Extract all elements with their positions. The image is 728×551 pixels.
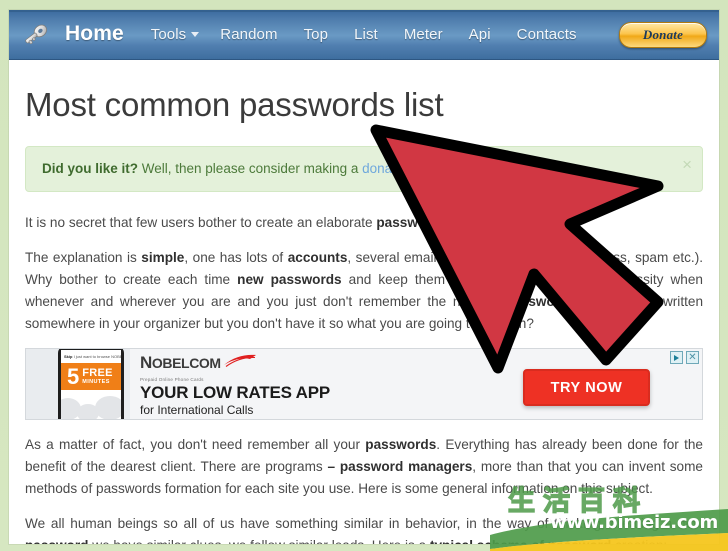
donation-alert: Did you like it? Well, then please consi… [25, 146, 703, 193]
alert-text-after: ;) [413, 161, 426, 176]
ad-offer-free: FREE [82, 367, 113, 380]
p3-bold-password-managers: – password managers [327, 459, 473, 475]
p3-bold-passwords: passwords [365, 437, 437, 453]
nav-item-contacts[interactable]: Contacts [504, 20, 590, 49]
p1-part-c: . [439, 215, 444, 231]
alert-close-icon[interactable]: × [682, 156, 692, 173]
p2-bold-new-passwords: new passwords [237, 272, 342, 288]
adchoices-triangle-glyph [674, 354, 679, 361]
donate-button[interactable]: Donate [619, 21, 707, 48]
ad-choices-controls: ✕ [670, 351, 699, 365]
advertisement-banner[interactable]: Skip I just want to browse NOBELApp 5 FR… [25, 348, 703, 421]
ad-brand-obel: OBEL [151, 355, 190, 372]
paragraph-2: The explanation is simple, one has lots … [25, 247, 703, 335]
page-title: Most common passwords list [25, 86, 444, 123]
nav-item-list[interactable]: List [341, 20, 391, 49]
paragraph-4: We all human beings so all of us have so… [25, 513, 703, 544]
donation-link[interactable]: donation [362, 161, 414, 176]
p4-part-a: We all human beings so all of us have so… [25, 516, 703, 532]
navbar: Home Tools Random Top List Meter Api Con… [9, 10, 719, 60]
ad-brand-n: N [140, 353, 152, 373]
page-frame: Home Tools Random Top List Meter Api Con… [0, 0, 728, 551]
ad-try-now-button[interactable]: TRY NOW [523, 369, 650, 407]
ad-phone-top-text: Skip I just want to browse NOBELApp [61, 350, 121, 363]
ad-brand-text: NOBELCOM [140, 354, 221, 371]
paragraph-3: As a matter of fact, you don't need reme… [25, 434, 703, 500]
ad-brand-com: COM [189, 355, 221, 372]
p2-bold-password: password [504, 294, 569, 310]
p1-part-a: It is no secret that few users bother to… [25, 215, 377, 231]
p1-bold-password: password [376, 215, 440, 231]
p2-bold-accounts: accounts [287, 250, 348, 266]
paragraph-1: It is no secret that few users bother to… [25, 212, 703, 234]
ad-offer-minutes: MINUTES [82, 379, 110, 386]
p4-part-c: we have similar clues, we follow similar… [88, 538, 429, 544]
alert-strong-text: Did you like it? [42, 161, 139, 176]
p3-part-a: As a matter of fact, you don't need reme… [25, 437, 366, 453]
p2-bold-simple: simple [141, 250, 185, 266]
browser-page: Home Tools Random Top List Meter Api Con… [9, 10, 719, 544]
nav-item-api[interactable]: Api [456, 20, 504, 49]
key-icon[interactable] [19, 18, 53, 52]
nav-item-tools-label: Tools [150, 26, 187, 43]
ad-try-now-label: TRY NOW [550, 379, 623, 396]
ad-offer-number: 5 [67, 363, 80, 389]
donate-button-label: Donate [642, 26, 684, 42]
p2-part-c: , one has lots of [184, 250, 288, 266]
p4-bold-password: password [25, 538, 88, 544]
nav-item-home[interactable]: Home [59, 18, 138, 52]
p2-part-a: The explanation is [25, 250, 142, 266]
ad-cloud-shape [95, 396, 121, 420]
ad-logo-swoosh-icon [223, 354, 257, 368]
ad-phone-screen: Skip I just want to browse NOBELApp 5 FR… [61, 350, 121, 420]
ad-close-x-glyph: ✕ [688, 352, 697, 364]
ad-phone-lower-art [61, 390, 121, 420]
ad-phone-image: Skip I just want to browse NOBELApp 5 FR… [26, 349, 130, 420]
adchoices-triangle-icon[interactable] [670, 351, 683, 365]
p4-bold-typical-scheme: typical scheme of password [430, 538, 611, 544]
ad-offer-band: 5 FREE MINUTES [61, 363, 121, 391]
ad-phone-top-rest: I just want to browse NOBELApp [73, 354, 121, 360]
ad-close-x-icon[interactable]: ✕ [686, 351, 699, 365]
ad-phone-body: Skip I just want to browse NOBELApp 5 FR… [58, 349, 124, 420]
nav-item-meter[interactable]: Meter [391, 20, 456, 49]
nav-item-tools[interactable]: Tools [138, 20, 208, 49]
ad-offer-text: FREE MINUTES [82, 368, 113, 386]
nav-item-top[interactable]: Top [291, 20, 342, 49]
ad-main-content: NOBELCOM Prepaid Online Phone Cards YOUR… [130, 349, 702, 420]
nav-item-random[interactable]: Random [207, 20, 290, 49]
chevron-down-icon [191, 32, 200, 37]
alert-text-before: Well, then please consider making a [138, 161, 363, 176]
p4-part-e: creation: [611, 538, 667, 544]
main-content: Most common passwords list Did you like … [9, 86, 719, 544]
